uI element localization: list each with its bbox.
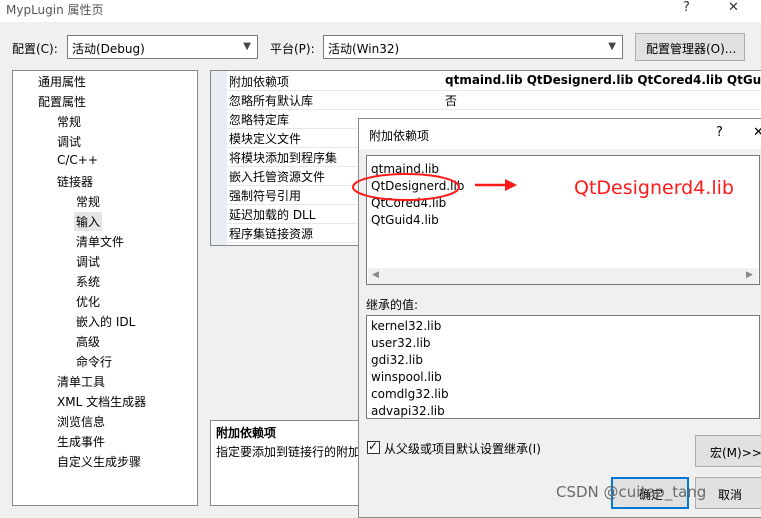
grid-row-name[interactable]: 强制符号引用: [229, 187, 301, 204]
tree-item-command-line[interactable]: 命令行: [76, 353, 112, 370]
additional-deps-dialog: 附加依赖项 ? ✕ qtmaind.lib QtDesignerd.lib Qt…: [352, 118, 761, 518]
tree-item-linker-general[interactable]: 常规: [76, 193, 100, 210]
grid-row-name[interactable]: 程序集链接资源: [229, 225, 313, 242]
tree-item-xml-doc-generator[interactable]: XML 文档生成器: [57, 393, 146, 410]
inherited-list[interactable]: kernel32.lib user32.lib gdi32.lib winspo…: [366, 315, 760, 419]
inherited-line: advapi32.lib: [371, 404, 445, 418]
macros-button[interactable]: 宏(M)>>: [695, 435, 761, 467]
platform-dropdown[interactable]: 活动(Win32) ▼: [323, 35, 623, 59]
tree-item-debugging[interactable]: 调试: [57, 133, 81, 150]
help-icon[interactable]: ?: [683, 0, 690, 15]
tree-item-custom-build-step[interactable]: 自定义生成步骤: [57, 453, 141, 470]
tree-item-common-properties[interactable]: 通用属性: [38, 73, 86, 90]
inherited-line: kernel32.lib: [371, 319, 442, 333]
macros-button-label: 宏(M)>>: [710, 446, 761, 460]
grid-row-name[interactable]: 忽略特定库: [229, 111, 289, 128]
arrow-head-icon: [505, 179, 517, 191]
tree-item-linker-input[interactable]: 输入: [74, 212, 103, 231]
grid-row-name[interactable]: 延迟加载的 DLL: [229, 206, 315, 223]
tree-item-optimization[interactable]: 优化: [76, 293, 100, 310]
tree-item-browse-info[interactable]: 浏览信息: [57, 413, 105, 430]
inherited-label: 继承的值:: [366, 298, 419, 312]
dep-line: QtGuid4.lib: [371, 213, 439, 227]
highlight-ellipse: [352, 173, 460, 201]
horizontal-scrollbar[interactable]: ◀ ▶: [368, 268, 758, 284]
platform-label: 平台(P):: [270, 42, 315, 56]
scroll-left-icon[interactable]: ◀: [372, 270, 379, 280]
config-label: 配置(C):: [12, 42, 58, 56]
dialog-title: 附加依赖项: [369, 129, 430, 143]
title-bar: MypLugin 属性页 ? ✕: [0, 0, 761, 22]
grid-row-name[interactable]: 嵌入托管资源文件: [229, 168, 325, 185]
dialog-title-bar: 附加依赖项 ? ✕: [359, 119, 761, 149]
chevron-down-icon: ▼: [243, 41, 251, 52]
tree-item-cpp[interactable]: C/C++: [57, 153, 98, 167]
inherited-line: comdlg32.lib: [371, 387, 449, 401]
tree-item-advanced[interactable]: 高级: [76, 333, 100, 350]
platform-value: 活动(Win32): [328, 42, 400, 56]
scroll-right-icon[interactable]: ▶: [746, 270, 753, 280]
watermark: CSDN @cuitao_tang: [556, 483, 707, 501]
grid-row-value[interactable]: qtmaind.lib QtDesignerd.lib QtCored4.lib…: [445, 73, 761, 87]
tree-item-config-properties[interactable]: 配置属性: [38, 93, 86, 110]
grid-row-name[interactable]: 将模块添加到程序集: [229, 149, 337, 166]
tree-item-general[interactable]: 常规: [57, 113, 81, 130]
grid-row-value[interactable]: 否: [445, 92, 457, 109]
chevron-down-icon: ▼: [608, 41, 616, 52]
cancel-button-label: 取消: [718, 488, 743, 502]
description-panel: 附加依赖项 指定要添加到链接行的附加: [210, 420, 370, 506]
grid-gutter: [211, 71, 227, 245]
config-value: 活动(Debug): [72, 42, 145, 56]
tree-item-linker-debugging[interactable]: 调试: [76, 253, 100, 270]
tree-item-system[interactable]: 系统: [76, 273, 100, 290]
inherited-line: winspool.lib: [371, 370, 442, 384]
tree-item-embedded-idl[interactable]: 嵌入的 IDL: [76, 313, 135, 330]
property-tree[interactable]: 通用属性 配置属性 常规 调试 C/C++ 链接器 常规 输入 清单文件 调试 …: [12, 70, 198, 506]
tree-item-linker[interactable]: 链接器: [57, 173, 93, 190]
grid-row-name[interactable]: 忽略所有默认库: [229, 92, 313, 109]
grid-row-name[interactable]: 模块定义文件: [229, 130, 301, 147]
close-icon[interactable]: ✕: [728, 0, 739, 15]
config-manager-button[interactable]: 配置管理器(O)...: [635, 33, 745, 61]
inherit-checkbox-label[interactable]: 从父级或项目默认设置继承(I): [384, 440, 541, 457]
tree-item-build-events[interactable]: 生成事件: [57, 433, 105, 450]
grid-row-name[interactable]: 附加依赖项: [229, 73, 289, 90]
help-icon[interactable]: ?: [716, 125, 723, 140]
inherited-line: user32.lib: [371, 336, 431, 350]
inherit-checkbox[interactable]: ✓: [367, 439, 380, 454]
description-text: 指定要添加到链接行的附加: [216, 445, 361, 459]
description-title: 附加依赖项: [216, 426, 277, 440]
config-dropdown[interactable]: 活动(Debug) ▼: [67, 35, 258, 59]
annotation-markup: [352, 173, 517, 201]
tree-item-manifest-file[interactable]: 清单文件: [76, 233, 124, 250]
tree-item-manifest-tool[interactable]: 清单工具: [57, 373, 105, 390]
close-icon[interactable]: ✕: [753, 125, 761, 140]
annotation-text: QtDesignerd4.lib: [574, 177, 734, 199]
config-manager-label: 配置管理器(O)...: [646, 42, 737, 56]
inherited-line: gdi32.lib: [371, 353, 423, 367]
checkmark-icon: ✓: [368, 439, 379, 453]
window-title: MypLugin 属性页: [6, 3, 104, 17]
